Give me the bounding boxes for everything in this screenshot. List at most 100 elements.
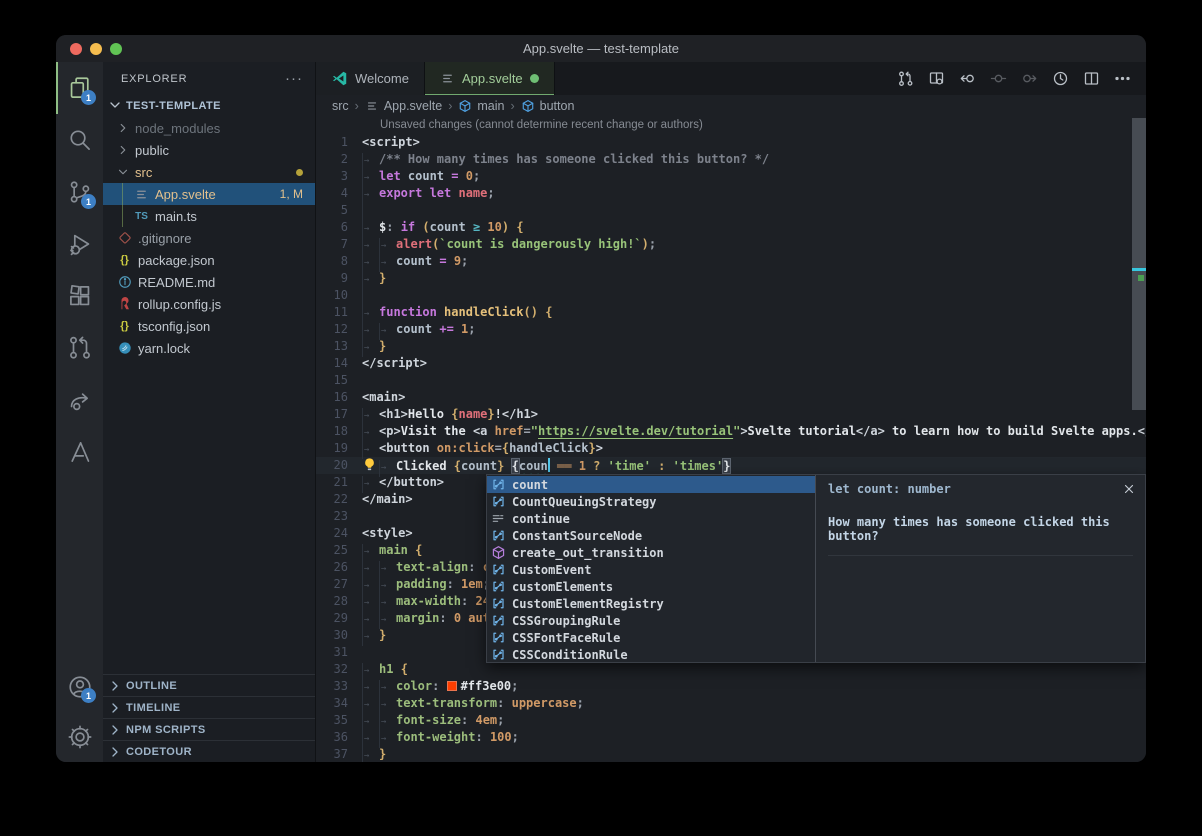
yarn-file-icon — [116, 341, 133, 355]
editor-group: Welcome App.svelte src›App.svelte›main›b… — [316, 62, 1146, 762]
line-number: 15 — [316, 372, 362, 389]
code-line-1[interactable]: 1<script> — [316, 134, 1146, 151]
suggest-item-CountQueuingStrategy[interactable]: CountQueuingStrategy — [487, 493, 815, 510]
tree-item-rollup-config-js[interactable]: rollup.config.js — [103, 293, 315, 315]
activity-bar-item-explorer[interactable]: 1 — [56, 62, 103, 114]
lightbulb-icon[interactable] — [362, 457, 379, 472]
modified-dot — [296, 169, 303, 176]
code-line-19[interactable]: 19<button on:click={handleClick}> — [316, 440, 1146, 457]
breadcrumb-item-button[interactable]: button — [521, 99, 575, 113]
tab-app-svelte[interactable]: App.svelte — [425, 62, 555, 95]
code-line-10[interactable]: 10 — [316, 287, 1146, 304]
explorer-actions-button[interactable]: ··· — [285, 70, 303, 87]
suggest-item-create_out_transition[interactable]: create_out_transition — [487, 544, 815, 561]
more-actions-button[interactable] — [1107, 70, 1138, 87]
scrollbar — [1132, 117, 1146, 762]
panel-header-outline[interactable]: OUTLINE — [103, 674, 315, 696]
activity-bar-item-accounts[interactable]: 1 — [56, 662, 103, 712]
tree-item-node-modules[interactable]: node_modules — [103, 117, 315, 139]
code-line-8[interactable]: 8count = 9; — [316, 253, 1146, 270]
breadcrumb-item-app-svelte[interactable]: App.svelte — [365, 99, 442, 113]
line-number: 1 — [316, 134, 362, 151]
activity-bar-item-azure[interactable] — [56, 426, 103, 478]
tree-item-public[interactable]: public — [103, 139, 315, 161]
line-number: 6 — [316, 219, 362, 236]
code-line-5[interactable]: 5 — [316, 202, 1146, 219]
activity-bar-item-github-pull-requests[interactable] — [56, 322, 103, 374]
activity-bar-item-run-debug[interactable] — [56, 218, 103, 270]
code-line-6[interactable]: 6$: if (count ≥ 10) { — [316, 219, 1146, 236]
code-line-33[interactable]: 33color: #ff3e00; — [316, 678, 1146, 695]
tab-welcome[interactable]: Welcome — [316, 62, 425, 95]
open-preview-button[interactable] — [921, 70, 952, 87]
code-line-14[interactable]: 14</script> — [316, 355, 1146, 372]
code-line-7[interactable]: 7alert(`count is dangerously high!`); — [316, 236, 1146, 253]
panel-header-codetour[interactable]: CODETOUR — [103, 740, 315, 762]
code-line-2[interactable]: 2/** How many times has someone clicked … — [316, 151, 1146, 168]
code-line-37[interactable]: 37} — [316, 746, 1146, 762]
suggest-item-count[interactable]: count — [487, 476, 815, 493]
code-line-20[interactable]: 20Clicked {count} {coun ══ 1 ? 'time' : … — [316, 457, 1146, 474]
close-window-button[interactable] — [70, 43, 82, 55]
navigate-current-button[interactable] — [983, 70, 1014, 87]
color-swatch[interactable] — [447, 681, 457, 691]
code-line-36[interactable]: 36font-weight: 100; — [316, 729, 1146, 746]
code-line-34[interactable]: 34text-transform: uppercase; — [316, 695, 1146, 712]
code-line-17[interactable]: 17<h1>Hello {name}!</h1> — [316, 406, 1146, 423]
code-line-16[interactable]: 16<main> — [316, 389, 1146, 406]
symbol-variable-icon — [490, 596, 507, 611]
activity-bar-item-settings[interactable] — [56, 712, 103, 762]
breadcrumb: src›App.svelte›main›button — [316, 95, 1146, 117]
tree-item-app-svelte[interactable]: App.svelte1, M — [103, 183, 315, 205]
breadcrumb-item-src[interactable]: src — [332, 99, 349, 113]
suggest-item-CSSConditionRule[interactable]: CSSConditionRule — [487, 646, 815, 663]
code-line-35[interactable]: 35font-size: 4em; — [316, 712, 1146, 729]
suggest-item-continue[interactable]: continue — [487, 510, 815, 527]
navigate-back-button[interactable] — [952, 70, 983, 87]
suggest-item-CustomEvent[interactable]: CustomEvent — [487, 561, 815, 578]
code-editor[interactable]: Unsaved changes (cannot determine recent… — [316, 117, 1146, 762]
toggle-recording-button[interactable] — [1045, 70, 1076, 87]
activity-bar-item-search[interactable] — [56, 114, 103, 166]
gear-icon — [67, 724, 93, 750]
zoom-window-button[interactable] — [110, 43, 122, 55]
activity-bar-item-source-control[interactable]: 1 — [56, 166, 103, 218]
workspace-section-header[interactable]: TEST-TEMPLATE — [103, 95, 315, 117]
code-line-11[interactable]: 11function handleClick() { — [316, 304, 1146, 321]
code-line-4[interactable]: 4export let name; — [316, 185, 1146, 202]
activity-bar-item-extensions[interactable] — [56, 270, 103, 322]
breadcrumb-item-main[interactable]: main — [458, 99, 504, 113]
code-line-3[interactable]: 3let count = 0; — [316, 168, 1146, 185]
line-number: 32 — [316, 661, 362, 678]
tree-item-package-json[interactable]: {}package.json — [103, 249, 315, 271]
code-line-18[interactable]: 18<p>Visit the <a href="https://svelte.d… — [316, 423, 1146, 440]
tree-item-yarn-lock[interactable]: yarn.lock — [103, 337, 315, 359]
code-line-12[interactable]: 12count += 1; — [316, 321, 1146, 338]
suggest-item-ConstantSourceNode[interactable]: ConstantSourceNode — [487, 527, 815, 544]
split-editor-button[interactable] — [1076, 70, 1107, 87]
tree-item-main-ts[interactable]: TSmain.ts — [103, 205, 315, 227]
suggest-item-CustomElementRegistry[interactable]: CustomElementRegistry — [487, 595, 815, 612]
suggest-item-CSSFontFaceRule[interactable]: CSSFontFaceRule — [487, 629, 815, 646]
code-line-9[interactable]: 9} — [316, 270, 1146, 287]
tree-item-src[interactable]: src — [103, 161, 315, 183]
code-line-13[interactable]: 13} — [316, 338, 1146, 355]
tree-item-readme-md[interactable]: README.md — [103, 271, 315, 293]
tree-item-tsconfig-json[interactable]: {}tsconfig.json — [103, 315, 315, 337]
file-lines-icon — [365, 99, 379, 113]
suggest-item-customElements[interactable]: customElements — [487, 578, 815, 595]
navigate-forward-button[interactable] — [1014, 70, 1045, 87]
symbol-keyword-icon — [490, 511, 507, 526]
symbol-variable-icon — [490, 579, 507, 594]
panel-header-npm-scripts[interactable]: NPM SCRIPTS — [103, 718, 315, 740]
minimize-window-button[interactable] — [90, 43, 102, 55]
close-icon[interactable] — [1122, 482, 1136, 496]
open-changes-button[interactable] — [890, 70, 921, 87]
panel-header-timeline[interactable]: TIMELINE — [103, 696, 315, 718]
scrollbar-thumb[interactable] — [1132, 118, 1146, 410]
code-line-15[interactable]: 15 — [316, 372, 1146, 389]
tree-item-gitignore[interactable]: .gitignore — [103, 227, 315, 249]
suggest-item-CSSGroupingRule[interactable]: CSSGroupingRule — [487, 612, 815, 629]
activity-bar-item-live-share[interactable] — [56, 374, 103, 426]
code-line-32[interactable]: 32h1 { — [316, 661, 1146, 678]
